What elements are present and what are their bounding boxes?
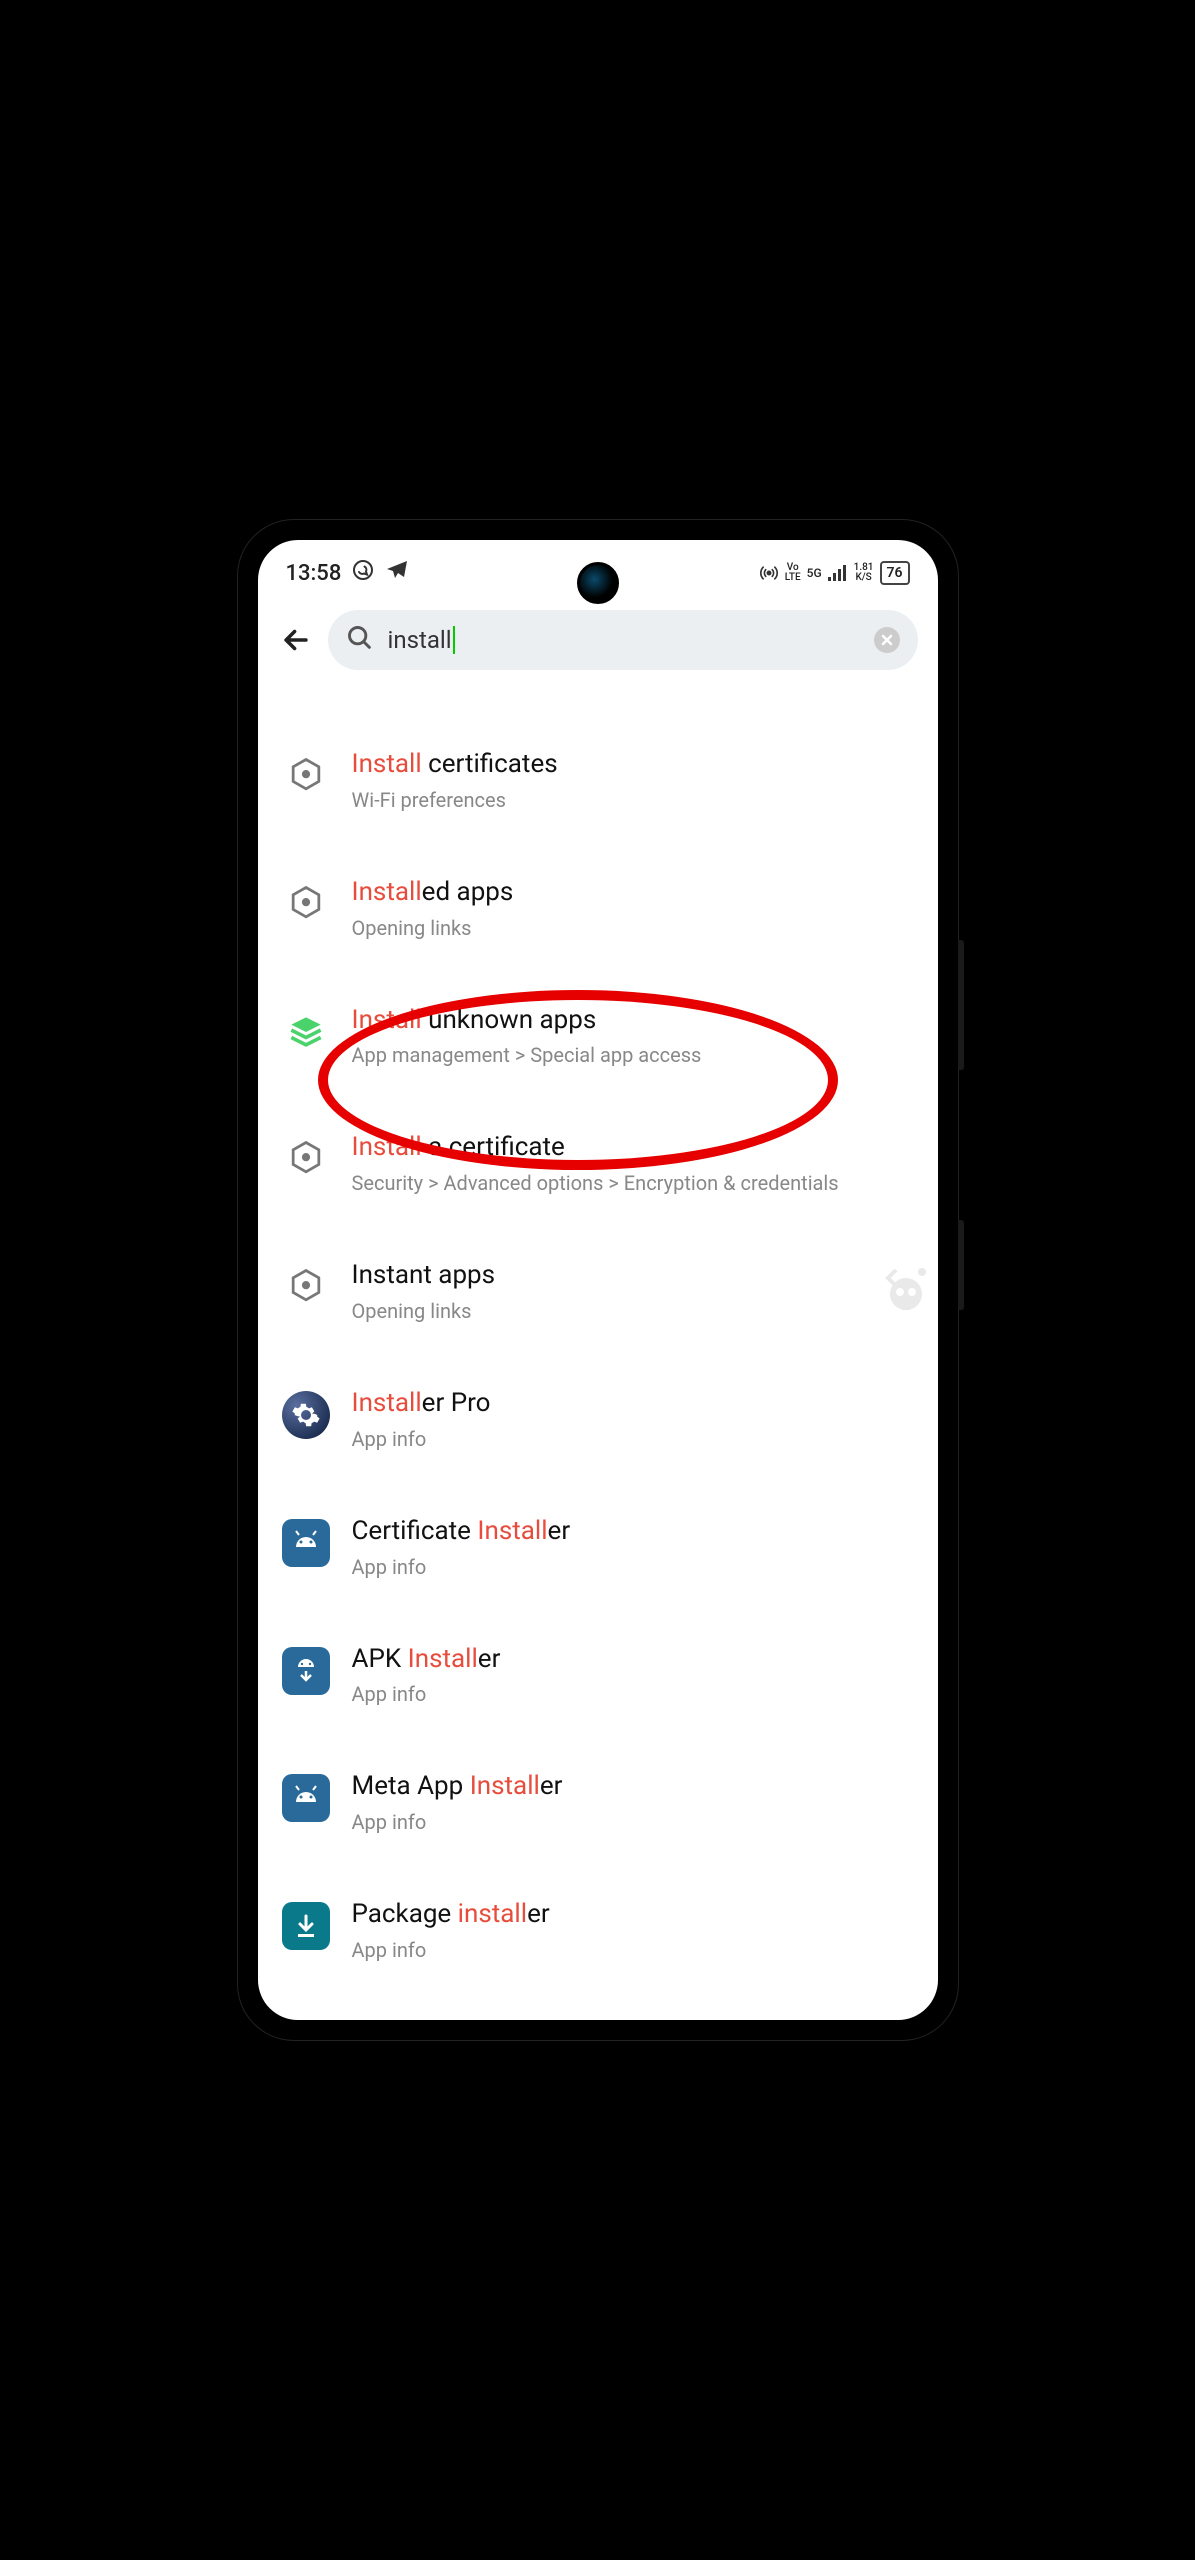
net-speed-unit: K/S bbox=[855, 573, 871, 583]
download-icon bbox=[282, 1902, 330, 1950]
hex-icon bbox=[282, 1263, 330, 1311]
result-subtitle: Opening links bbox=[352, 914, 914, 942]
clear-search-button[interactable] bbox=[874, 627, 900, 653]
result-title: Installer Pro bbox=[352, 1387, 914, 1421]
hex-icon bbox=[282, 752, 330, 800]
search-result-item[interactable]: Installed apps Opening links bbox=[278, 858, 918, 960]
search-result-item[interactable]: Install certificates Wi-Fi preferences bbox=[278, 730, 918, 832]
search-result-item[interactable]: Installer Pro App info bbox=[278, 1369, 918, 1471]
search-result-item[interactable]: Install unknown apps App management > Spe… bbox=[278, 986, 918, 1088]
volte-label-lte: LTE bbox=[785, 573, 801, 583]
search-icon bbox=[346, 624, 374, 656]
result-subtitle: App info bbox=[352, 1553, 914, 1581]
result-subtitle: App info bbox=[352, 1425, 914, 1453]
whatsapp-icon bbox=[351, 558, 375, 588]
stack-icon bbox=[282, 1008, 330, 1056]
signal-icon bbox=[828, 565, 848, 581]
result-title: Certificate Installer bbox=[352, 1515, 914, 1549]
result-title: Installed apps bbox=[352, 876, 914, 910]
result-title: Install certificates bbox=[352, 748, 914, 782]
search-result-item[interactable]: Package installer App info bbox=[278, 1880, 918, 1982]
result-subtitle: Wi-Fi preferences bbox=[352, 786, 914, 814]
result-subtitle: Security > Advanced options > Encryption… bbox=[352, 1169, 914, 1197]
result-subtitle: App info bbox=[352, 1936, 914, 1964]
result-subtitle: Opening links bbox=[352, 1297, 914, 1325]
search-result-item[interactable]: Install a certificate Security > Advanced… bbox=[278, 1113, 918, 1215]
back-button[interactable] bbox=[278, 622, 314, 658]
apk-icon bbox=[282, 1647, 330, 1695]
hotspot-icon bbox=[759, 563, 779, 583]
search-result-item[interactable]: Instant apps Opening links bbox=[278, 1241, 918, 1343]
search-input: install bbox=[388, 626, 455, 654]
search-results-list: Install certificatesWi-Fi preferencesIns… bbox=[258, 680, 938, 2020]
search-result-item[interactable]: Palm Store Auto Install (Recommend) bbox=[278, 2008, 918, 2020]
watermark-skull-icon bbox=[878, 1260, 934, 1328]
status-time: 13:58 bbox=[286, 561, 342, 586]
text-cursor bbox=[453, 626, 455, 654]
search-result-item[interactable]: APK Installer App info bbox=[278, 1625, 918, 1727]
result-title: Install unknown apps bbox=[352, 1004, 914, 1038]
android-blue-icon bbox=[282, 1774, 330, 1822]
battery-indicator: 76 bbox=[880, 561, 910, 585]
result-subtitle: App info bbox=[352, 1680, 914, 1708]
gear-icon bbox=[282, 1391, 330, 1439]
camera-cutout bbox=[577, 562, 619, 604]
telegram-icon bbox=[385, 558, 409, 588]
hex-icon bbox=[282, 880, 330, 928]
result-title: APK Installer bbox=[352, 1643, 914, 1677]
result-title: Instant apps bbox=[352, 1259, 914, 1293]
search-result-item[interactable]: Certificate Installer App info bbox=[278, 1497, 918, 1599]
network-5g-label: 5G bbox=[807, 568, 822, 578]
result-subtitle: App management > Special app access bbox=[352, 1041, 914, 1069]
hex-icon bbox=[282, 1135, 330, 1183]
search-result-item[interactable]: Meta App Installer App info bbox=[278, 1752, 918, 1854]
result-title: Package installer bbox=[352, 1898, 914, 1932]
android-blue-icon bbox=[282, 1519, 330, 1567]
search-field[interactable]: install bbox=[328, 610, 918, 670]
result-title: Install a certificate bbox=[352, 1131, 914, 1165]
result-title: Meta App Installer bbox=[352, 1770, 914, 1804]
result-subtitle: App info bbox=[352, 1808, 914, 1836]
